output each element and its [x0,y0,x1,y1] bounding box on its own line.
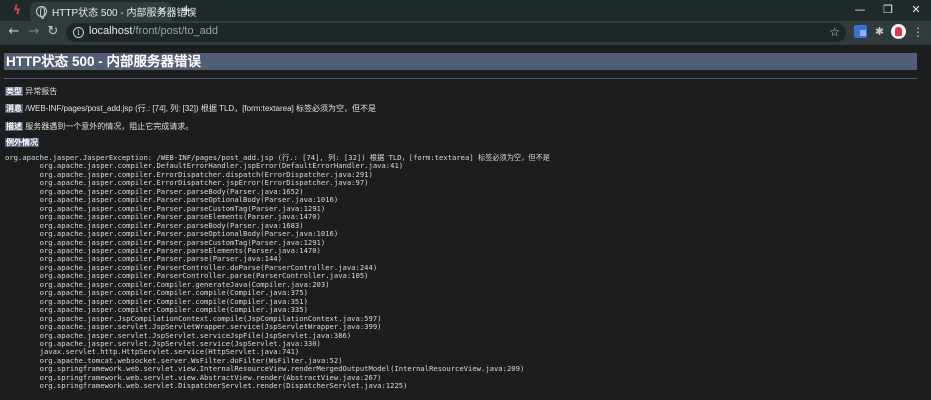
menu-icon[interactable]: ⋮ [912,24,924,40]
address-bar[interactable]: i localhost/front/post/to_add ☆ [66,23,846,42]
tab-active[interactable]: HTTP状态 500 - 内部服务器错误 ✕ [30,2,196,21]
exception-heading: 例外情况 [5,138,39,148]
message-line: 消息 /WEB-INF/pages/post_add.jsp (行.: [74]… [5,104,376,114]
puzzle-icon[interactable]: ✱ [873,25,886,38]
page-content: HTTP状态 500 - 内部服务器错误 类型 异常报告 消息 /WEB-INF… [0,45,931,400]
type-value: 异常报告 [25,87,58,96]
url-host: localhost [89,25,133,37]
page-title: HTTP状态 500 - 内部服务器错误 [4,53,917,70]
description-value: 服务器遇到一个意外的情况，阻止它完成请求。 [25,122,194,131]
forward-icon[interactable]: → [26,24,42,40]
minimize-button[interactable]: — [845,0,875,21]
type-line: 类型 异常报告 [5,87,57,97]
description-label: 描述 [5,122,23,131]
new-tab-button[interactable]: + [180,2,193,18]
stack-trace-line: org.springframework.web.servlet.Dispatch… [5,381,408,391]
type-label: 类型 [5,87,23,96]
message-label: 消息 [5,104,23,113]
app-icon[interactable]: ϟ [10,3,24,17]
back-icon[interactable]: ← [6,24,22,40]
tab-strip: ϟ HTTP状态 500 - 内部服务器错误 ✕ + — ❐ ✕ [0,0,931,21]
message-value: /WEB-INF/pages/post_add.jsp (行.: [74], 列… [25,104,376,113]
tab-title: HTTP状态 500 - 内部服务器错误 [52,8,197,19]
globe-icon [36,6,47,19]
url-path: /front/post/to_add [132,25,219,37]
extension-icon[interactable] [854,25,867,38]
star-icon[interactable]: ☆ [829,24,840,40]
url-text[interactable]: localhost/front/post/to_add [89,25,218,37]
divider [4,78,917,79]
tab-close-icon[interactable]: ✕ [158,4,167,18]
description-line: 描述 服务器遇到一个意外的情况，阻止它完成请求。 [5,122,193,132]
info-icon[interactable]: i [73,27,84,38]
exception-label: 例外情况 [5,138,39,147]
browser-toolbar: ← → ↻ i localhost/front/post/to_add ☆ ✱ … [0,21,931,45]
avatar[interactable] [891,24,906,39]
stack-trace: org.apache.jasper.JasperException: /WEB-… [5,153,550,391]
reload-icon[interactable]: ↻ [45,24,61,40]
maximize-button[interactable]: ❐ [873,0,903,21]
close-window-button[interactable]: ✕ [901,0,931,21]
